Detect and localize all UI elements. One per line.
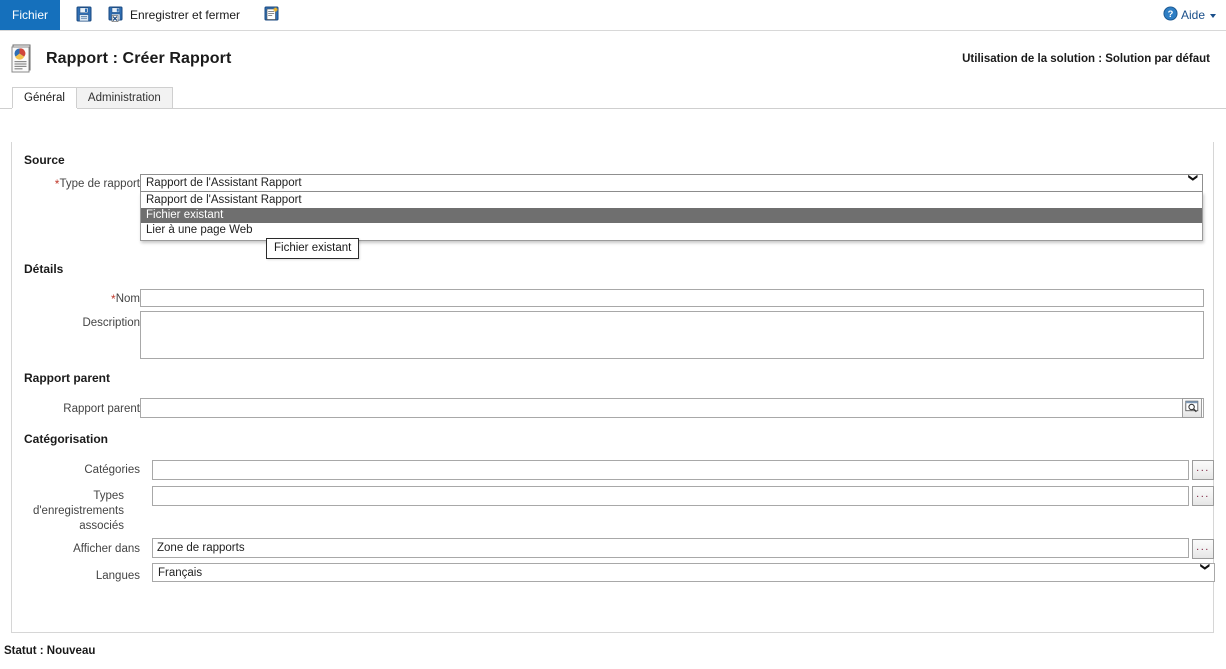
solution-info: Utilisation de la solution : Solution pa… [962,53,1210,65]
section-header-source: Source [24,153,65,167]
label-display-in: Afficher dans [73,543,140,555]
form-panel: Source *Type de rapport Rapport de l'Ass… [11,142,1215,633]
save-icon [76,6,92,25]
dropdown-option-existing-file[interactable]: Fichier existant [141,208,1202,223]
section-header-details: Détails [24,262,64,276]
dropdown-tooltip: Fichier existant [266,238,360,259]
page-title: Rapport : Créer Rapport [46,50,232,67]
name-input[interactable] [140,289,1204,307]
new-record-icon [264,6,280,25]
save-and-close-button[interactable]: Enregistrer et fermer [104,4,244,27]
ribbon-toolbar: Fichier Enregistrer et fermer ? Aide [0,0,1226,31]
display-in-browse-button[interactable]: ... [1192,539,1214,559]
help-label: Aide [1180,8,1205,22]
dropdown-option-wizard[interactable]: Rapport de l'Assistant Rapport [141,193,1202,208]
label-report-type: *Type de rapport [54,177,140,191]
section-header-categorisation: Catégorisation [24,432,109,446]
chevron-down-icon [1210,14,1216,18]
chevron-down-icon: ❯ [1188,173,1199,182]
parent-report-lookup-button[interactable] [1182,398,1202,418]
new-record-button[interactable] [260,4,284,27]
display-in-input[interactable] [152,538,1189,558]
languages-value: Français [158,566,203,579]
ribbon-command-group: Enregistrer et fermer [60,0,284,30]
dropdown-option-web-page[interactable]: Lier à une page Web [141,223,1202,238]
save-and-close-label: Enregistrer et fermer [130,8,241,22]
description-textarea[interactable] [140,311,1204,359]
help-button[interactable]: ? Aide [1163,0,1226,30]
section-header-parent-report: Rapport parent [24,371,111,385]
label-related-record-types: Types d'enregistrements associés [32,490,124,532]
parent-report-input[interactable] [140,398,1204,418]
report-type-value: Rapport de l'Assistant Rapport [146,177,302,189]
svg-text:?: ? [1168,9,1174,19]
categories-browse-button[interactable]: ... [1192,460,1214,480]
report-type-dropdown-list[interactable]: Rapport de l'Assistant Rapport Fichier e… [140,192,1203,241]
save-button[interactable] [72,4,96,27]
lookup-search-icon [1185,400,1199,417]
chevron-down-icon: ❯ [1200,562,1211,571]
related-record-types-input[interactable] [152,486,1189,506]
help-circle-icon: ? [1163,6,1178,24]
label-name: *Nom [111,292,140,306]
form-tabstrip: Général Administration [0,87,1226,109]
categories-input[interactable] [152,460,1189,480]
file-tab[interactable]: Fichier [0,0,60,30]
page-header: Rapport : Créer Rapport Utilisation de l… [0,31,1226,87]
report-type-combobox[interactable]: Rapport de l'Assistant Rapport ❯ [140,173,1203,192]
save-close-icon [108,6,124,25]
tab-administration[interactable]: Administration [75,87,173,108]
tab-general[interactable]: Général [12,87,77,108]
status-bar: Statut : Nouveau [4,645,96,657]
label-languages: Langues [95,570,140,582]
related-record-types-browse-button[interactable]: ... [1192,486,1214,506]
label-categories: Catégories [84,464,140,476]
label-description: Description [82,317,140,329]
report-document-icon [10,44,36,74]
label-parent-report: Rapport parent [63,403,140,415]
languages-select[interactable]: Français ❯ [152,563,1215,582]
